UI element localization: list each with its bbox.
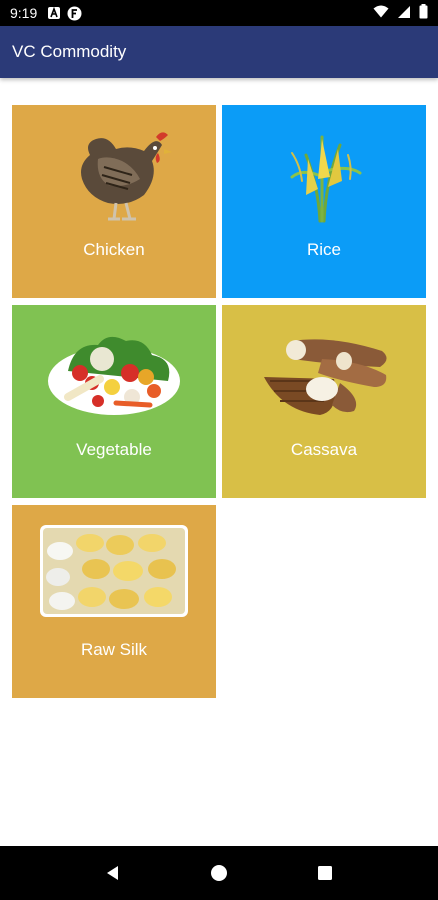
back-icon [107,866,118,880]
commodity-tile-cassava[interactable]: Cassava [222,305,426,498]
commodity-tile-rice[interactable]: Rice [222,105,426,298]
notification-a-icon [47,6,61,20]
commodity-label: Cassava [290,440,358,459]
back-button[interactable] [93,853,133,893]
vegetable-icon [48,336,180,415]
status-time: 9:19 [10,5,38,21]
commodity-label: Rice [306,240,341,259]
status-bar: 9:19 [0,0,438,26]
rice-icon [290,135,362,223]
commodity-label: Chicken [83,240,145,259]
navigation-bar [0,846,438,900]
app-bar: VC Commodity [0,26,438,78]
commodity-tile-vegetable[interactable]: Vegetable [12,305,216,498]
home-button[interactable] [199,853,239,893]
commodity-tile-raw-silk[interactable]: Raw Silk [12,505,216,698]
wifi-icon [373,5,389,21]
commodity-tile-chicken[interactable]: Chicken [12,105,216,298]
cassava-icon [264,339,387,415]
commodity-label: Raw Silk [80,640,148,659]
raw-silk-icon [40,525,188,617]
notification-f-icon [67,6,82,21]
recents-button[interactable] [305,853,345,893]
app-title: VC Commodity [12,42,127,61]
chicken-icon [81,132,172,221]
recents-icon [318,866,332,880]
battery-icon [419,4,428,22]
commodity-label: Vegetable [76,440,152,459]
signal-icon [397,5,411,22]
home-icon [211,865,227,881]
